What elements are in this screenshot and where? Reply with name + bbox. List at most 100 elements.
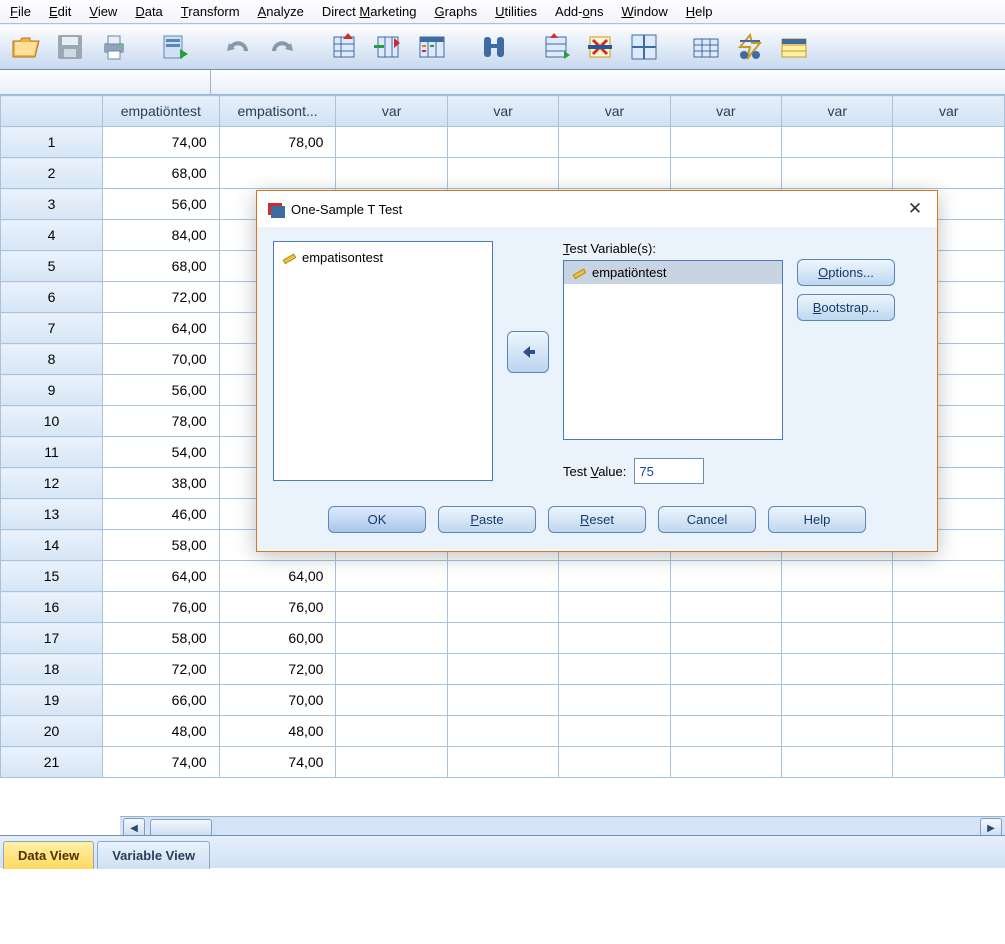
select-cases-icon[interactable] xyxy=(732,29,768,65)
cell[interactable] xyxy=(893,623,1005,654)
row-header[interactable]: 14 xyxy=(1,530,103,561)
menu-addons[interactable]: Add-ons xyxy=(555,4,603,19)
cell[interactable] xyxy=(447,561,558,592)
row-header[interactable]: 11 xyxy=(1,437,103,468)
options-button[interactable]: Options... xyxy=(797,259,895,286)
cell[interactable] xyxy=(893,654,1005,685)
weight-cases-icon[interactable] xyxy=(688,29,724,65)
menu-edit[interactable]: Edit xyxy=(49,4,71,19)
scroll-left-icon[interactable]: ◀ xyxy=(123,818,145,835)
cell[interactable] xyxy=(447,127,558,158)
row-header[interactable]: 4 xyxy=(1,220,103,251)
cell[interactable] xyxy=(893,685,1005,716)
cell[interactable]: 72,00 xyxy=(219,654,336,685)
cell[interactable]: 78,00 xyxy=(102,406,219,437)
list-item[interactable]: empatisontest xyxy=(282,248,484,267)
menu-analyze[interactable]: Analyze xyxy=(258,4,304,19)
goto-case-icon[interactable] xyxy=(326,29,362,65)
bootstrap-button[interactable]: Bootstrap... xyxy=(797,294,895,321)
cell[interactable] xyxy=(336,654,447,685)
ok-button[interactable]: OK xyxy=(328,506,426,533)
help-button[interactable]: Help xyxy=(768,506,866,533)
row-header[interactable]: 9 xyxy=(1,375,103,406)
menu-data[interactable]: Data xyxy=(135,4,162,19)
redo-icon[interactable] xyxy=(264,29,300,65)
cell[interactable] xyxy=(559,747,670,778)
menu-graphs[interactable]: Graphs xyxy=(434,4,477,19)
cell[interactable] xyxy=(559,561,670,592)
cell[interactable] xyxy=(670,623,781,654)
cell[interactable] xyxy=(670,592,781,623)
cell[interactable]: 54,00 xyxy=(102,437,219,468)
cell[interactable] xyxy=(447,623,558,654)
cell[interactable] xyxy=(559,592,670,623)
cell[interactable] xyxy=(559,685,670,716)
cell[interactable] xyxy=(559,127,670,158)
cell[interactable] xyxy=(336,747,447,778)
cell[interactable] xyxy=(782,127,893,158)
cell[interactable] xyxy=(670,654,781,685)
cell[interactable]: 74,00 xyxy=(102,747,219,778)
cell[interactable] xyxy=(782,716,893,747)
row-header[interactable]: 12 xyxy=(1,468,103,499)
row-header[interactable]: 3 xyxy=(1,189,103,220)
row-header[interactable]: 18 xyxy=(1,654,103,685)
cell[interactable] xyxy=(336,561,447,592)
row-header[interactable]: 16 xyxy=(1,592,103,623)
insert-variable-icon[interactable] xyxy=(582,29,618,65)
row-header[interactable]: 19 xyxy=(1,685,103,716)
row-header[interactable]: 20 xyxy=(1,716,103,747)
cell[interactable]: 78,00 xyxy=(219,127,336,158)
goto-variable-icon[interactable] xyxy=(370,29,406,65)
cell[interactable]: 58,00 xyxy=(102,623,219,654)
cell[interactable] xyxy=(447,716,558,747)
cell[interactable]: 48,00 xyxy=(219,716,336,747)
cell[interactable] xyxy=(782,623,893,654)
test-variable-list[interactable]: empatiöntest xyxy=(563,260,783,440)
cell[interactable]: 46,00 xyxy=(102,499,219,530)
menu-help[interactable]: Help xyxy=(686,4,713,19)
column-header[interactable]: var xyxy=(336,96,447,127)
horizontal-scrollbar[interactable]: ◀ ▶ xyxy=(120,816,1005,835)
cell[interactable]: 70,00 xyxy=(219,685,336,716)
save-icon[interactable] xyxy=(52,29,88,65)
column-header[interactable]: var xyxy=(893,96,1005,127)
cell[interactable]: 64,00 xyxy=(102,561,219,592)
variables-icon[interactable] xyxy=(414,29,450,65)
cell[interactable] xyxy=(670,127,781,158)
row-header[interactable]: 2 xyxy=(1,158,103,189)
cell[interactable]: 56,00 xyxy=(102,375,219,406)
scroll-right-icon[interactable]: ▶ xyxy=(980,818,1002,835)
tab-data-view[interactable]: Data View xyxy=(3,841,94,869)
cell[interactable] xyxy=(336,623,447,654)
cell[interactable]: 38,00 xyxy=(102,468,219,499)
cell[interactable] xyxy=(447,654,558,685)
cell[interactable] xyxy=(782,747,893,778)
cell[interactable] xyxy=(893,747,1005,778)
row-header[interactable]: 1 xyxy=(1,127,103,158)
cell[interactable] xyxy=(670,158,781,189)
source-variable-list[interactable]: empatisontest xyxy=(273,241,493,481)
row-header[interactable]: 7 xyxy=(1,313,103,344)
menu-utilities[interactable]: Utilities xyxy=(495,4,537,19)
cell[interactable]: 74,00 xyxy=(219,747,336,778)
menu-transform[interactable]: Transform xyxy=(181,4,240,19)
cell[interactable] xyxy=(559,158,670,189)
cell[interactable]: 64,00 xyxy=(102,313,219,344)
cell[interactable]: 76,00 xyxy=(219,592,336,623)
cell[interactable] xyxy=(782,561,893,592)
row-header[interactable]: 10 xyxy=(1,406,103,437)
dialog-titlebar[interactable]: One-Sample T Test ✕ xyxy=(257,191,937,227)
cell[interactable] xyxy=(893,561,1005,592)
cell[interactable]: 56,00 xyxy=(102,189,219,220)
column-header[interactable]: var xyxy=(782,96,893,127)
row-header[interactable]: 6 xyxy=(1,282,103,313)
row-header[interactable]: 5 xyxy=(1,251,103,282)
recall-dialog-icon[interactable] xyxy=(158,29,194,65)
cell[interactable] xyxy=(893,592,1005,623)
cell[interactable] xyxy=(336,716,447,747)
menu-file[interactable]: File xyxy=(10,4,31,19)
menu-direct-marketing[interactable]: Direct Marketing xyxy=(322,4,417,19)
open-icon[interactable] xyxy=(8,29,44,65)
column-header[interactable]: var xyxy=(559,96,670,127)
